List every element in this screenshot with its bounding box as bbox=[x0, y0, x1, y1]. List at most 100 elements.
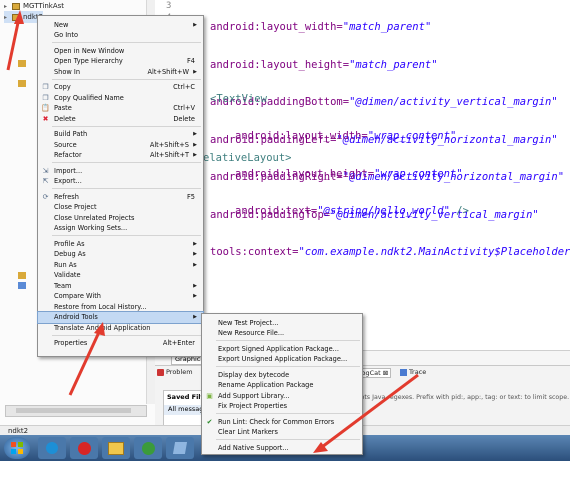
code-tag-end: /> bbox=[449, 205, 469, 217]
menu-item-show-in[interactable]: Show In Alt+Shift+W ▶ bbox=[38, 66, 203, 77]
menu-item-validate[interactable]: Validate bbox=[38, 270, 203, 281]
menu-item-export[interactable]: ⇱ Export... bbox=[38, 176, 203, 187]
menu-item-label: Clear Lint Markers bbox=[218, 428, 278, 436]
menu-item-label: Refresh bbox=[54, 192, 79, 201]
taskbar-app-5[interactable] bbox=[166, 437, 194, 459]
android-tools-submenu: New Test Project... New Resource File... E… bbox=[201, 313, 363, 455]
menu-item-label: Add Native Support... bbox=[218, 443, 289, 452]
problems-icon bbox=[157, 368, 164, 376]
code-value: "wrap_content" bbox=[367, 130, 457, 142]
menu-item-export-signed-application-package[interactable]: Export Signed Application Package... bbox=[202, 343, 362, 354]
scrollbar-thumb[interactable] bbox=[16, 408, 131, 413]
menu-item-restore-from-local-history[interactable]: Restore from Local History... bbox=[38, 301, 203, 312]
menu-item-refresh[interactable]: ⟳ Refresh F5 bbox=[38, 191, 203, 202]
menu-item-add-support-library[interactable]: ▣ Add Support Library... bbox=[202, 390, 362, 401]
menu-item-close-unrelated-projects[interactable]: Close Unrelated Projects bbox=[38, 212, 203, 223]
windows-logo-icon bbox=[11, 442, 23, 454]
menu-item-fix-project-properties[interactable]: Fix Project Properties bbox=[202, 401, 362, 412]
logcat-search-hint[interactable]: cepts Java regexes. Prefix with pid:, ap… bbox=[353, 394, 569, 401]
status-project: ndkt2 bbox=[8, 427, 29, 435]
code-tag-textview: <TextView bbox=[210, 93, 267, 105]
menu-item-source[interactable]: Source Alt+Shift+S ▶ bbox=[38, 139, 203, 150]
tab-problems[interactable]: Problem bbox=[157, 368, 193, 376]
menu-item-compare-with[interactable]: Compare With ▶ bbox=[38, 291, 203, 302]
code-value: "@string/hello_world" bbox=[317, 205, 450, 217]
menu-shortcut: Ctrl+V bbox=[173, 104, 195, 112]
menu-item-debug-as[interactable]: Debug As ▶ bbox=[38, 249, 203, 260]
menu-item-label: Show In bbox=[54, 67, 81, 76]
menu-item-new[interactable]: New ▶ bbox=[38, 19, 203, 30]
submenu-arrow-icon: ▶ bbox=[193, 141, 197, 148]
menu-item-rename-application-package[interactable]: Rename Application Package bbox=[202, 380, 362, 391]
menu-item-display-dex-bytecode[interactable]: Display dex bytecode bbox=[202, 369, 362, 380]
menu-item-go-into[interactable]: Go Into bbox=[38, 30, 203, 41]
menu-item-label: Debug As bbox=[54, 250, 86, 258]
menu-item-label: New Test Project... bbox=[218, 318, 279, 327]
menu-item-copy[interactable]: ❐ Copy Ctrl+C bbox=[38, 82, 203, 93]
menu-item-android-tools[interactable]: Android Tools ▶ bbox=[37, 310, 204, 324]
tab-trace[interactable]: Trace bbox=[400, 368, 426, 376]
submenu-arrow-icon: ▶ bbox=[193, 293, 197, 299]
submenu-arrow-icon: ▶ bbox=[193, 240, 197, 247]
code-value: "com.example.ndkt2.MainActivity$Placehol… bbox=[298, 246, 570, 258]
code-line: android:layout_height="wrap_content" bbox=[235, 168, 469, 181]
tab-label: Problem bbox=[166, 368, 193, 376]
menu-item-new-resource-file[interactable]: New Resource File... bbox=[202, 328, 362, 339]
menu-item-delete[interactable]: ✖ Delete Delete bbox=[38, 113, 203, 124]
import-icon: ⇲ bbox=[42, 166, 49, 175]
menu-item-properties[interactable]: Properties Alt+Enter bbox=[38, 338, 203, 349]
expand-arrow-icon[interactable]: ▸ bbox=[4, 14, 9, 21]
code-attr: android:layout_width= bbox=[235, 130, 368, 142]
menu-item-build-path[interactable]: Build Path ▶ bbox=[38, 129, 203, 140]
folder-icon bbox=[18, 80, 26, 87]
menu-item-translate-android-application[interactable]: Translate Android Application bbox=[38, 322, 203, 333]
xml-editor[interactable]: 3 4 android:layout_width="match_parent" … bbox=[155, 0, 570, 365]
menu-item-label: Rename Application Package bbox=[218, 381, 314, 389]
expand-arrow-icon[interactable]: ▸ bbox=[4, 3, 9, 10]
menu-item-label: Team bbox=[54, 281, 72, 290]
menu-item-open-in-new-window[interactable]: Open in New Window bbox=[38, 45, 203, 56]
menu-shortcut: Alt+Shift+T bbox=[150, 151, 189, 159]
menu-item-clear-lint-markers[interactable]: Clear Lint Markers bbox=[202, 427, 362, 438]
menu-item-label: Source bbox=[54, 140, 77, 149]
menu-item-refactor[interactable]: Refactor Alt+Shift+T ▶ bbox=[38, 150, 203, 161]
menu-item-team[interactable]: Team ▶ bbox=[38, 280, 203, 291]
horizontal-scrollbar[interactable] bbox=[5, 405, 147, 417]
menu-item-copy-qualified-name[interactable]: ❐ Copy Qualified Name bbox=[38, 92, 203, 103]
menu-shortcut: Alt+Shift+W bbox=[147, 67, 190, 76]
menu-item-new-test-project[interactable]: New Test Project... bbox=[202, 317, 362, 328]
code-closing-tag: elativeLayout> bbox=[203, 152, 292, 164]
code-attr: android:text= bbox=[235, 205, 318, 217]
folder-icon bbox=[108, 441, 124, 455]
check-icon: ✔ bbox=[206, 417, 213, 426]
menu-item-open-type-hierarchy[interactable]: Open Type Hierarchy F4 bbox=[38, 56, 203, 67]
taskbar-app-4[interactable] bbox=[134, 437, 162, 459]
menu-item-label: New bbox=[54, 20, 69, 29]
submenu-arrow-icon: ▶ bbox=[193, 261, 197, 268]
menu-item-run-as[interactable]: Run As ▶ bbox=[38, 259, 203, 270]
menu-item-run-lint-check-for-common-errors[interactable]: ✔ Run Lint: Check for Common Errors bbox=[202, 416, 362, 427]
menu-item-label: Import... bbox=[54, 166, 83, 175]
menu-item-label: Restore from Local History... bbox=[54, 302, 147, 311]
menu-separator bbox=[52, 188, 201, 189]
menu-item-profile-as[interactable]: Profile As ▶ bbox=[38, 238, 203, 249]
menu-item-paste[interactable]: 📋 Paste Ctrl+V bbox=[38, 103, 203, 114]
menu-item-label: Translate Android Application bbox=[54, 323, 151, 332]
start-button[interactable] bbox=[4, 437, 30, 459]
menu-item-label: Close Project bbox=[54, 203, 97, 211]
menu-item-import[interactable]: ⇲ Import... bbox=[38, 165, 203, 176]
menu-item-add-native-support[interactable]: Add Native Support... bbox=[202, 442, 362, 453]
copy-icon: ❐ bbox=[42, 83, 49, 91]
menu-item-label: Profile As bbox=[54, 239, 85, 248]
menu-shortcut: Alt+Enter bbox=[162, 339, 195, 347]
menu-item-close-project[interactable]: Close Project bbox=[38, 202, 203, 213]
close-icon[interactable]: ⊠ bbox=[383, 369, 388, 377]
menu-item-assign-working-sets[interactable]: Assign Working Sets... bbox=[38, 223, 203, 234]
menu-item-label: Add Support Library... bbox=[218, 391, 290, 400]
taskbar-app-2[interactable] bbox=[70, 437, 98, 459]
menu-item-label: Delete bbox=[54, 114, 76, 123]
taskbar-app-1[interactable] bbox=[38, 437, 66, 459]
refresh-icon: ⟳ bbox=[42, 192, 49, 201]
taskbar-explorer[interactable] bbox=[102, 437, 130, 459]
menu-item-export-unsigned-application-package[interactable]: Export Unsigned Application Package... bbox=[202, 354, 362, 365]
